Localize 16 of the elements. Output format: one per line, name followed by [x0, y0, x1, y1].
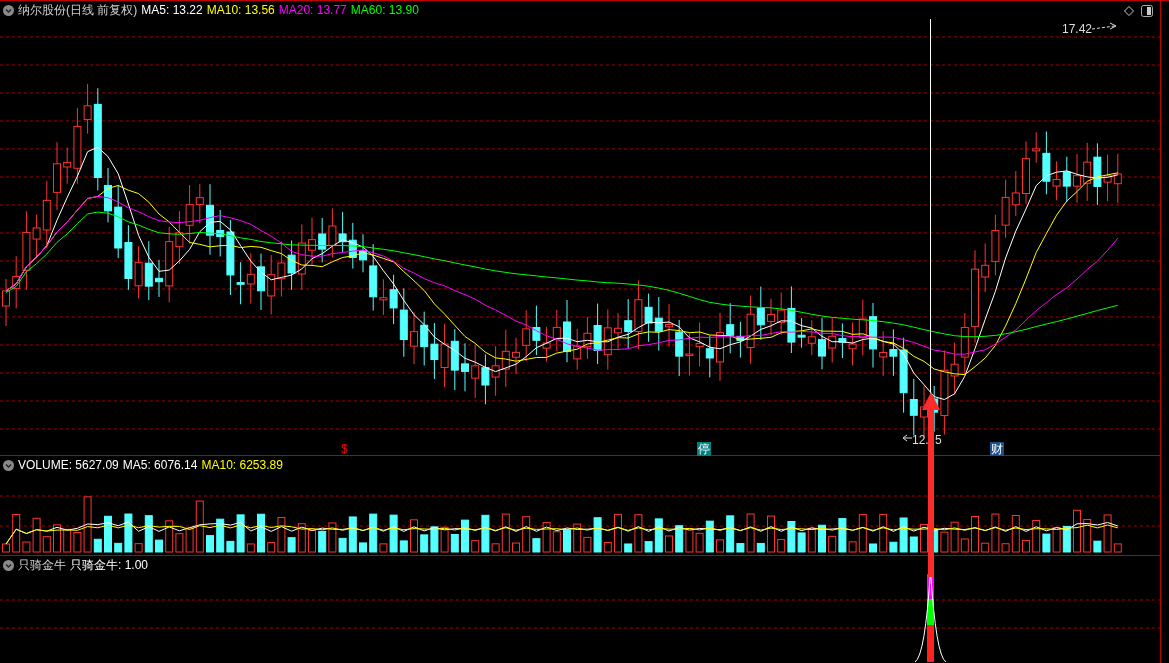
indicator-value: MA5: 13.22: [141, 3, 203, 17]
marker-badge: 财: [990, 442, 1004, 456]
indicator-value: VOLUME: 5627.09: [18, 458, 119, 472]
indicator-value: MA5: 6076.14: [122, 458, 198, 472]
high-price-label: 17.42: [1062, 21, 1093, 38]
low-price-label: 5: [935, 432, 942, 449]
indicator-value: 只骑金牛: 1.00: [70, 558, 149, 572]
marker-label: $: [340, 442, 349, 456]
indicator-value: MA10: 6253.89: [201, 458, 283, 472]
indicator-value: MA60: 13.90: [350, 3, 419, 17]
indicator-value: MA10: 13.56: [206, 3, 275, 17]
pane-title: 只骑金牛: [18, 558, 66, 572]
pane-title: 纳尔股份(日线 前复权): [18, 3, 138, 17]
indicator-value: MA20: 13.77: [278, 3, 347, 17]
low-price-label: 12.: [912, 432, 929, 449]
marker-badge: 停: [697, 442, 711, 456]
